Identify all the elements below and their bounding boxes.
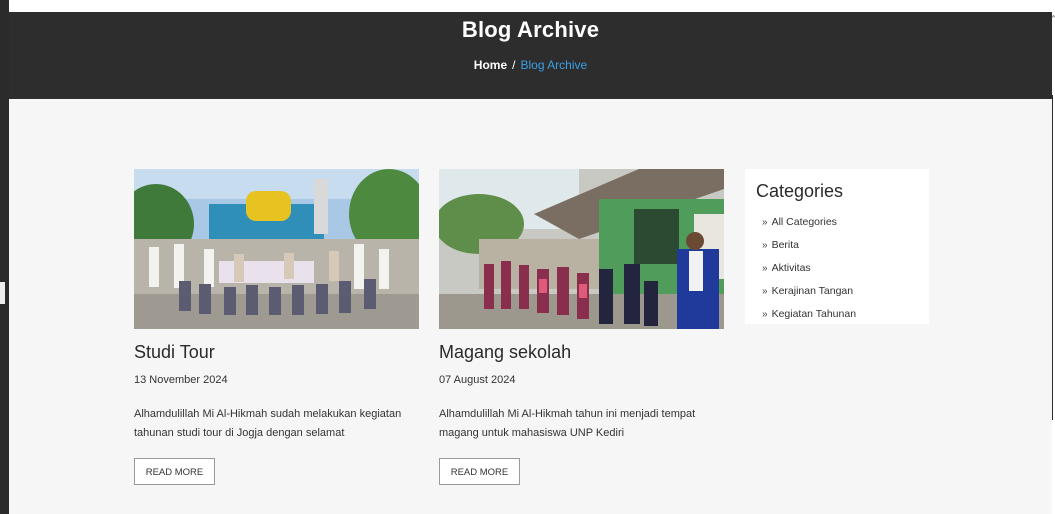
- breadcrumb-home-link[interactable]: Home: [474, 58, 507, 72]
- main-content: Studi Tour 13 November 2024 Alhamdulilla…: [9, 99, 1052, 514]
- category-label: Kegiatan Tahunan: [771, 308, 857, 320]
- chevron-right-icon: »: [762, 240, 768, 251]
- chevron-right-icon: »: [762, 286, 768, 297]
- category-link-kegiatan-tahunan[interactable]: » Kegiatan Tahunan: [762, 303, 856, 326]
- categories-title: Categories: [756, 181, 844, 201]
- category-link-all-categories[interactable]: » All Categories: [762, 211, 856, 234]
- chevron-right-icon: »: [762, 263, 768, 274]
- post-excerpt: Alhamdulillah Mi Al-Hikmah tahun ini men…: [439, 408, 696, 439]
- page-title: Blog Archive: [461, 17, 600, 42]
- category-label: Aktivitas: [771, 262, 811, 274]
- post-date: 13 November 2024: [134, 374, 228, 386]
- top-gap: [9, 0, 1052, 12]
- chevron-right-icon: »: [762, 309, 768, 320]
- breadcrumb: Home / Blog Archive: [9, 58, 1052, 72]
- post-date: 07 August 2024: [439, 374, 516, 386]
- categories-list: » All Categories » Berita » Aktivitas » Kera…: [762, 211, 856, 326]
- page-header: Blog Archive Home / Blog Archive: [9, 12, 1052, 99]
- read-more-button[interactable]: READ MORE: [439, 458, 520, 485]
- post-title[interactable]: Magang sekolah: [439, 342, 571, 363]
- breadcrumb-current: Blog Archive: [520, 58, 588, 72]
- post-thumbnail-magang-sekolah[interactable]: [439, 169, 724, 329]
- left-frame-edge: [0, 0, 9, 514]
- breadcrumb-separator: /: [512, 58, 516, 72]
- read-more-button[interactable]: READ MORE: [134, 458, 215, 485]
- category-link-aktivitas[interactable]: » Aktivitas: [762, 257, 856, 280]
- frame-notch: [0, 282, 5, 304]
- post-excerpt: Alhamdulillah Mi Al-Hikmah sudah melakuk…: [134, 408, 402, 439]
- post-title[interactable]: Studi Tour: [134, 342, 215, 363]
- blog-post-card: Studi Tour 13 November 2024 Alhamdulilla…: [134, 169, 419, 485]
- chevron-right-icon: »: [762, 217, 768, 228]
- category-link-kerajinan-tangan[interactable]: » Kerajinan Tangan: [762, 280, 856, 303]
- category-label: Kerajinan Tangan: [771, 285, 854, 297]
- category-label: Berita: [771, 239, 799, 251]
- categories-widget: Categories » All Categories » Berita » Akti…: [745, 169, 929, 324]
- blog-post-card: Magang sekolah 07 August 2024 Alhamdulil…: [439, 169, 724, 485]
- post-thumbnail-studi-tour[interactable]: [134, 169, 419, 329]
- category-label: All Categories: [771, 216, 837, 228]
- category-link-berita[interactable]: » Berita: [762, 234, 856, 257]
